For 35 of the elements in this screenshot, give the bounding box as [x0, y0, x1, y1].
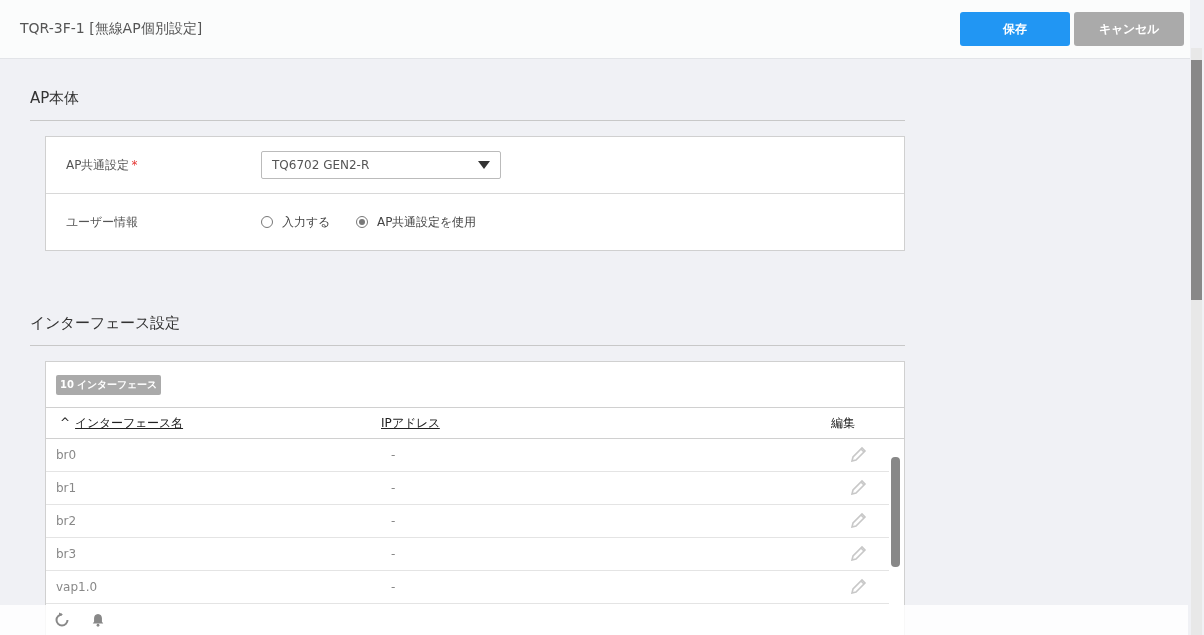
table-cell: br3 [56, 547, 77, 561]
table-cell: br2 [56, 514, 77, 528]
table-cell: - [391, 481, 396, 495]
scrollbar-thumb[interactable] [1191, 60, 1202, 300]
table-cell: br0 [56, 448, 77, 462]
table-cell: br1 [56, 481, 77, 495]
radio-label[interactable]: AP共通設定を使用 [377, 213, 477, 231]
section-title: インターフェース設定 [30, 314, 905, 346]
field-label: AP共通設定 [66, 157, 130, 172]
radio-label[interactable]: 入力する [282, 213, 330, 231]
pencil-icon[interactable] [851, 577, 867, 594]
pencil-icon[interactable] [851, 445, 867, 462]
section-title: AP本体 [30, 89, 905, 121]
table-cell: - [391, 580, 396, 594]
dropdown[interactable]: TQ6702 GEN2-R [261, 151, 501, 179]
required-mark: * [131, 157, 138, 172]
pencil-icon[interactable] [851, 478, 867, 495]
column-header: 編集 [831, 415, 855, 430]
table-cell: - [391, 514, 396, 528]
pencil-icon[interactable] [851, 544, 867, 561]
refresh-icon[interactable] [54, 612, 70, 628]
table-cell: - [391, 547, 396, 561]
bell-icon[interactable] [91, 612, 105, 628]
table-cell: vap1.0 [56, 580, 98, 594]
field-label: ユーザー情報 [66, 214, 138, 229]
column-header[interactable]: IPアドレス [381, 415, 440, 430]
column-header[interactable]: インターフェース名 [75, 415, 184, 430]
count-badge: 10 インターフェース [56, 374, 162, 395]
table-cell: - [391, 448, 396, 462]
scrollbar[interactable] [1191, 48, 1202, 635]
caret-icon [478, 161, 490, 169]
sort-indicator: ^ [60, 415, 71, 430]
pencil-icon[interactable] [851, 511, 867, 528]
window-title: TQR-3F-1 [無線AP個別設定] [20, 20, 203, 38]
scrollbar-thumb[interactable] [891, 457, 900, 567]
